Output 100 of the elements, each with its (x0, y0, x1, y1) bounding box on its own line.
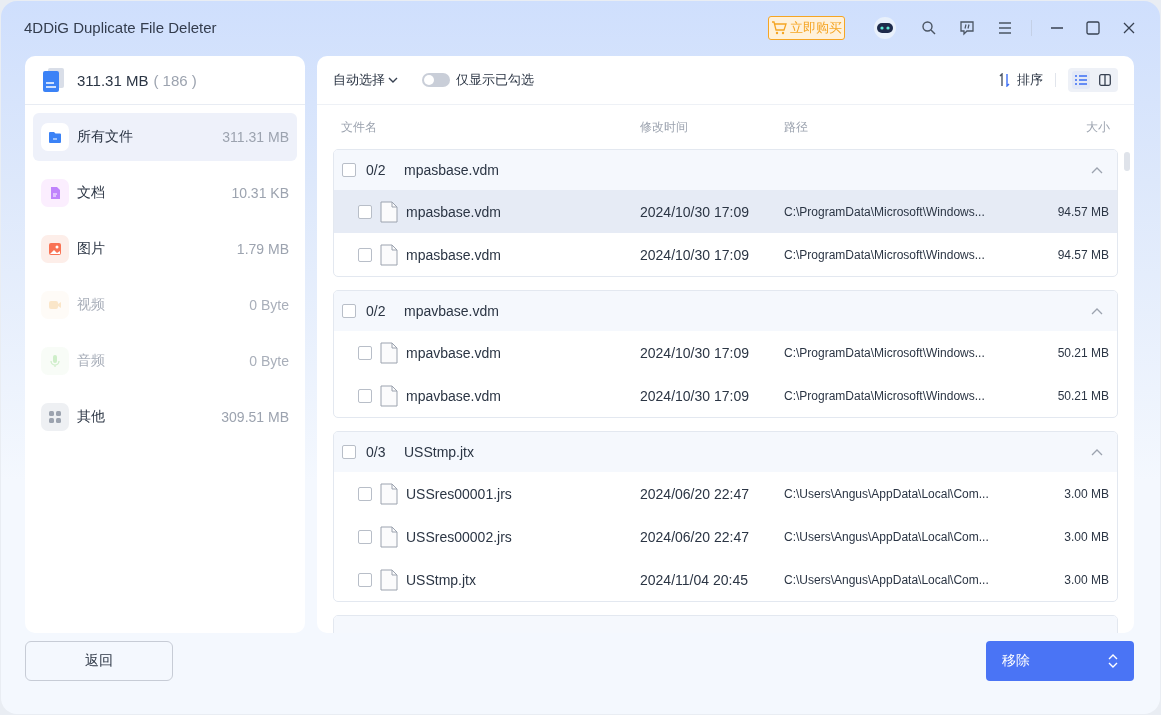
file-row[interactable]: mpavbase.vdm 2024/10/30 17:09 C:\ProgramData\Microsoft\Windows... 50.21 MB (334, 374, 1117, 417)
file-icon (380, 243, 398, 266)
column-header: 大小 (1086, 118, 1110, 136)
chevron-down-icon (388, 75, 398, 85)
category-label: 视频 (77, 296, 105, 314)
column-header: 文件名 (341, 118, 378, 136)
column-header: 路径 (784, 118, 809, 136)
category-icon (41, 347, 69, 375)
file-name: USStmp.jtx (406, 571, 477, 588)
scrollbar[interactable] (1124, 152, 1130, 171)
category-icon (41, 291, 69, 319)
file-name: mpavbase.vdm (406, 344, 502, 361)
file-size: 3.00 MB (1064, 486, 1109, 501)
file-path: C:\Users\Angus\AppData\Local\Com... (784, 529, 990, 544)
checkbox[interactable] (358, 247, 372, 262)
file-size: 50.21 MB (1057, 388, 1109, 403)
category-item[interactable]: 图片 1.79 MB (33, 225, 297, 273)
modified-time: 2024/06/20 22:47 (640, 528, 750, 545)
group-count: 0/2 (366, 162, 387, 178)
robot-icon[interactable] (873, 15, 897, 40)
category-label: 音频 (77, 352, 105, 370)
category-size: 0 Byte (249, 353, 289, 369)
category-label: 图片 (77, 240, 105, 258)
file-size: 3.00 MB (1064, 529, 1109, 544)
category-label: 其他 (77, 408, 105, 426)
chevron-up-icon[interactable] (1091, 448, 1103, 456)
category-icon (41, 235, 69, 263)
file-icon (380, 525, 398, 548)
file-name: mpasbase.vdm (406, 203, 502, 220)
modified-time: 2024/06/20 22:47 (640, 485, 750, 502)
modified-time: 2024/10/30 17:09 (640, 246, 750, 263)
category-size: 1.79 MB (236, 241, 289, 257)
group-name: mpasbase.vdm (404, 162, 499, 178)
column-header: 修改时间 (640, 118, 689, 136)
modified-time: 2024/11/04 20:45 (640, 571, 749, 588)
file-row[interactable]: mpasbase.vdm 2024/10/30 17:09 C:\ProgramData\Microsoft\Windows... 94.57 MB (334, 233, 1117, 276)
checkbox[interactable] (358, 204, 372, 219)
file-icon (380, 568, 398, 591)
menu-icon[interactable] (997, 19, 1013, 36)
auto-select-dropdown[interactable]: 自动选择 (333, 71, 398, 89)
maximize-icon[interactable] (1086, 20, 1100, 35)
category-item[interactable]: 所有文件 311.31 MB (33, 113, 297, 161)
file-row[interactable]: USSres00002.jrs 2024/06/20 22:47 C:\Users\Angus\AppData\Local\Com... 3.00 MB (334, 515, 1117, 558)
category-label: 文档 (77, 184, 105, 202)
file-name: USSres00002.jrs (406, 528, 513, 545)
file-row[interactable]: USSres00001.jrs 2024/06/20 22:47 C:\Users\Angus\AppData\Local\Com... 3.00 MB (334, 472, 1117, 515)
file-name: mpavbase.vdm (406, 387, 502, 404)
cart-icon (771, 20, 787, 35)
close-icon[interactable] (1122, 20, 1136, 35)
category-size: 10.31 KB (231, 185, 289, 201)
search-icon[interactable] (921, 19, 937, 36)
checkbox[interactable] (358, 529, 372, 544)
sort-button[interactable]: 排序 (999, 71, 1043, 89)
group-name: USStmp.jtx (404, 444, 474, 460)
file-path: C:\ProgramData\Microsoft\Windows... (784, 388, 986, 403)
up-down-chevron-icon (1108, 654, 1118, 668)
file-icon (380, 384, 398, 407)
back-button[interactable]: 返回 (25, 641, 173, 681)
list-view-icon[interactable] (1072, 71, 1090, 89)
chevron-up-icon[interactable] (1091, 166, 1103, 174)
toggle-switch[interactable] (422, 73, 450, 87)
total-count: ( 186 ) (153, 71, 197, 89)
files-icon (43, 68, 65, 92)
modified-time: 2024/10/30 17:09 (640, 203, 750, 220)
file-row[interactable]: USStmp.jtx 2024/11/04 20:45 C:\Users\Angus\AppData\Local\Com... 3.00 MB (334, 558, 1117, 601)
checkbox[interactable] (358, 388, 372, 403)
file-path: C:\Users\Angus\AppData\Local\Com... (784, 486, 990, 501)
file-row[interactable]: mpasbase.vdm 2024/10/30 17:09 C:\ProgramData\Microsoft\Windows... 94.57 MB (334, 190, 1117, 233)
file-path: C:\ProgramData\Microsoft\Windows... (784, 204, 986, 219)
file-name: USSres00001.jrs (406, 485, 513, 502)
category-size: 311.31 MB (222, 129, 289, 145)
category-item[interactable]: 文档 10.31 KB (33, 169, 297, 217)
group-name: mpavbase.vdm (404, 303, 499, 319)
checkbox[interactable] (358, 572, 372, 587)
category-size: 0 Byte (249, 297, 289, 313)
remove-button[interactable]: 移除 (986, 641, 1134, 681)
feedback-icon[interactable] (959, 19, 975, 36)
split-view-icon[interactable] (1096, 71, 1114, 89)
file-icon (380, 200, 398, 223)
checkbox[interactable] (342, 304, 356, 318)
category-item[interactable]: 其他 309.51 MB (33, 393, 297, 441)
group-count: 0/3 (366, 444, 387, 460)
file-icon (380, 341, 398, 364)
total-size: 311.31 MB (77, 71, 149, 89)
checkbox[interactable] (358, 486, 372, 501)
checkbox[interactable] (358, 345, 372, 360)
group-count: 0/2 (366, 303, 387, 319)
file-row[interactable]: mpavbase.vdm 2024/10/30 17:09 C:\ProgramData\Microsoft\Windows... 50.21 MB (334, 331, 1117, 374)
category-size: 309.51 MB (221, 409, 289, 425)
toggle-label: 仅显示已勾选 (456, 71, 534, 89)
checkbox[interactable] (342, 445, 356, 459)
category-icon (41, 123, 69, 151)
file-path: C:\ProgramData\Microsoft\Windows... (784, 345, 986, 360)
sort-icon (999, 73, 1011, 87)
category-icon (41, 179, 69, 207)
modified-time: 2024/10/30 17:09 (640, 344, 750, 361)
file-size: 94.57 MB (1057, 247, 1109, 262)
checkbox[interactable] (342, 163, 356, 177)
chevron-up-icon[interactable] (1091, 307, 1103, 315)
file-name: mpasbase.vdm (406, 246, 502, 263)
